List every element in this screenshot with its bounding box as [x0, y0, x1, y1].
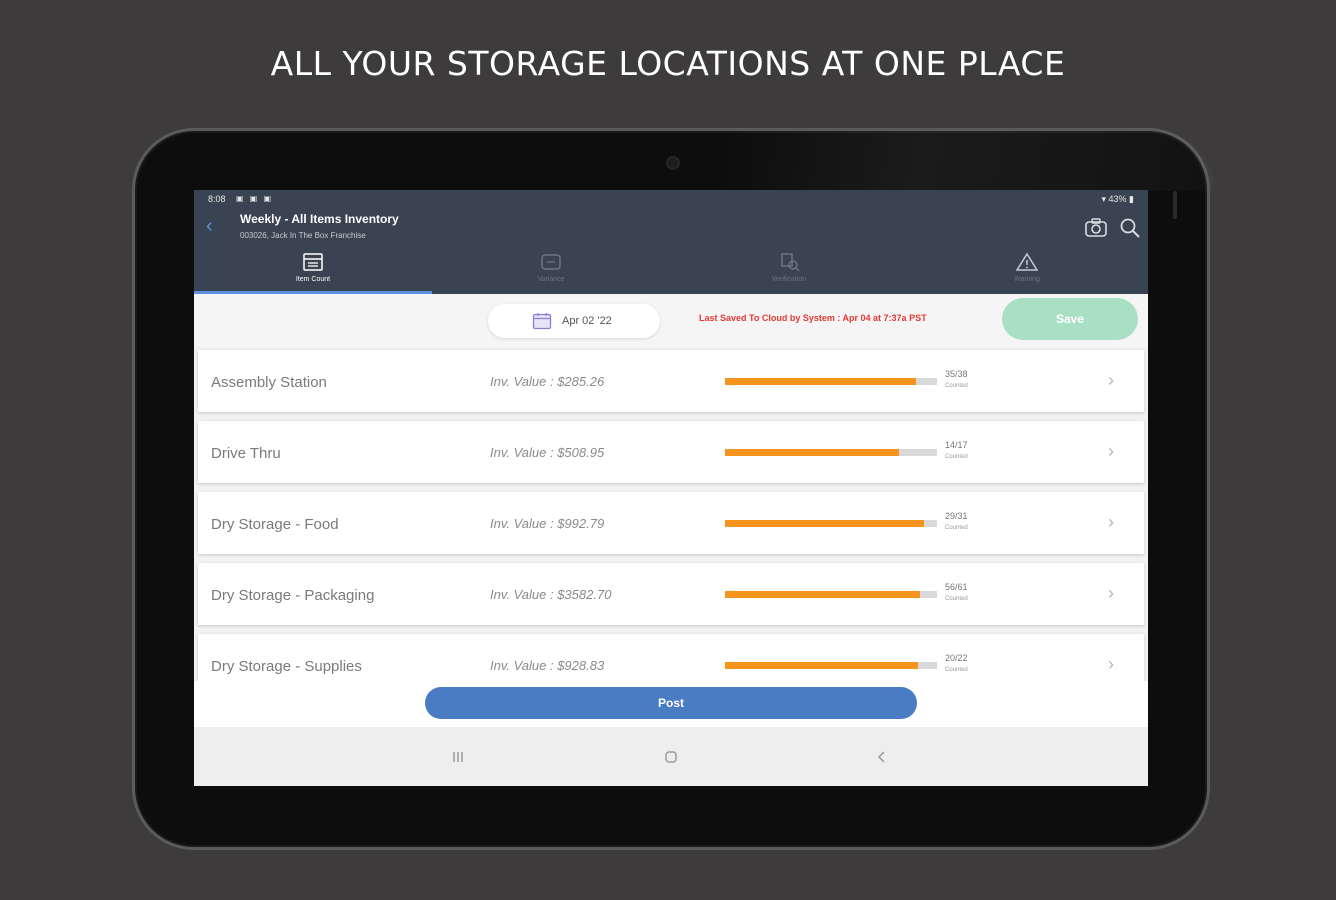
list-box-icon	[303, 253, 323, 271]
counted-ratio: 20/22	[945, 653, 968, 663]
inventory-toolbar: Apr 02 '22 Last Saved To Cloud by System…	[194, 294, 1148, 346]
page-headline: ALL YOUR STORAGE LOCATIONS AT ONE PLACE	[270, 44, 1066, 83]
tab-label: Verification	[771, 276, 807, 283]
count-progress-fill	[725, 449, 899, 456]
storage-location-list: Assembly Station Inv. Value : $285.26 35…	[194, 346, 1148, 681]
page-title: Weekly - All Items Inventory	[240, 212, 399, 226]
count-progress-fill	[725, 520, 925, 527]
inventory-value: Inv. Value : $508.95	[490, 445, 605, 460]
app-bar: 8:08 ▣ ▣ ▣ ▾ 43% ▮ ‹ Weekly - All Items …	[194, 190, 1148, 294]
counted-label: Counted	[945, 596, 968, 602]
date-picker[interactable]: Apr 02 '22	[488, 304, 660, 338]
count-progress-fill	[725, 591, 921, 598]
location-name: Dry Storage - Supplies	[211, 658, 362, 675]
search-icon[interactable]	[1118, 216, 1142, 240]
tab-item-count[interactable]: Item Count	[194, 246, 432, 294]
date-value: Apr 02 '22	[562, 315, 612, 327]
calendar-icon	[532, 313, 552, 330]
save-button[interactable]: Save	[1002, 298, 1138, 340]
post-bar: Post	[194, 681, 1148, 727]
count-progress-bar	[725, 662, 937, 669]
chevron-right-icon: ›	[1108, 583, 1114, 603]
status-bar: 8:08 ▣ ▣ ▣ ▾ 43% ▮	[194, 190, 1148, 208]
count-progress-bar	[725, 520, 937, 527]
counted-ratio: 35/38	[945, 369, 968, 379]
variance-icon	[541, 254, 561, 270]
tab-label: Item Count	[295, 276, 331, 283]
tab-verification[interactable]: Verification	[670, 246, 908, 294]
status-time: 8:08	[208, 194, 226, 204]
app-screen: 8:08 ▣ ▣ ▣ ▾ 43% ▮ ‹ Weekly - All Items …	[194, 190, 1148, 786]
inventory-value: Inv. Value : $285.26	[490, 374, 605, 389]
location-name: Drive Thru	[211, 445, 281, 462]
battery-level: 43%	[1108, 194, 1127, 204]
front-camera	[666, 156, 680, 170]
home-icon[interactable]	[659, 745, 683, 769]
count-progress-fill	[725, 378, 916, 385]
inventory-value: Inv. Value : $3582.70	[490, 587, 612, 602]
tab-warning[interactable]: Warning	[908, 246, 1146, 294]
post-button[interactable]: Post	[425, 687, 917, 719]
last-saved-status: Last Saved To Cloud by System : Apr 04 a…	[699, 313, 927, 323]
chevron-right-icon: ›	[1108, 512, 1114, 532]
counted-label: Counted	[945, 525, 968, 531]
count-progress-bar	[725, 378, 937, 385]
counted-ratio: 56/61	[945, 582, 968, 592]
tab-bar: Item Count Variance Verification Warning	[194, 246, 1148, 294]
chevron-left-icon[interactable]: ‹	[206, 216, 222, 236]
battery-indicator: ▾ 43% ▮	[1101, 194, 1135, 204]
tab-variance[interactable]: Variance	[432, 246, 670, 294]
tab-label: Warning	[1014, 276, 1040, 283]
location-name: Dry Storage - Packaging	[211, 587, 375, 604]
count-progress-bar	[725, 591, 937, 598]
counted-ratio: 29/31	[945, 511, 968, 521]
count-progress-bar	[725, 449, 937, 456]
counted-label: Counted	[945, 383, 968, 389]
location-row-dry-storage-supplies[interactable]: Dry Storage - Supplies Inv. Value : $928…	[198, 634, 1144, 681]
counted-label: Counted	[945, 454, 968, 460]
location-row-assembly-station[interactable]: Assembly Station Inv. Value : $285.26 35…	[198, 350, 1144, 412]
chevron-right-icon: ›	[1108, 441, 1114, 461]
counted-label: Counted	[945, 667, 968, 673]
page-subtitle: 003026, Jack In The Box Franchise	[240, 231, 366, 240]
inventory-value: Inv. Value : $928.83	[490, 658, 605, 673]
location-row-drive-thru[interactable]: Drive Thru Inv. Value : $508.95 14/17 Co…	[198, 421, 1144, 483]
recent-apps-icon[interactable]	[446, 745, 470, 769]
counted-ratio: 14/17	[945, 440, 968, 450]
tab-label: Variance	[537, 276, 565, 283]
tablet-glare	[725, 131, 1215, 191]
back-icon[interactable]	[870, 745, 894, 769]
warning-icon	[1015, 252, 1039, 271]
location-name: Dry Storage - Food	[211, 516, 339, 533]
system-nav-bar	[194, 727, 1148, 786]
verification-icon	[781, 253, 800, 272]
inventory-value: Inv. Value : $992.79	[490, 516, 605, 531]
location-row-dry-storage-packaging[interactable]: Dry Storage - Packaging Inv. Value : $35…	[198, 563, 1144, 625]
camera-icon[interactable]	[1084, 216, 1108, 240]
count-progress-fill	[725, 662, 918, 669]
chevron-right-icon: ›	[1108, 654, 1114, 674]
location-name: Assembly Station	[211, 374, 327, 391]
tablet-side-button	[1173, 191, 1177, 219]
chevron-right-icon: ›	[1108, 370, 1114, 390]
location-row-dry-storage-food[interactable]: Dry Storage - Food Inv. Value : $992.79 …	[198, 492, 1144, 554]
notification-icons: ▣ ▣ ▣	[236, 194, 274, 203]
